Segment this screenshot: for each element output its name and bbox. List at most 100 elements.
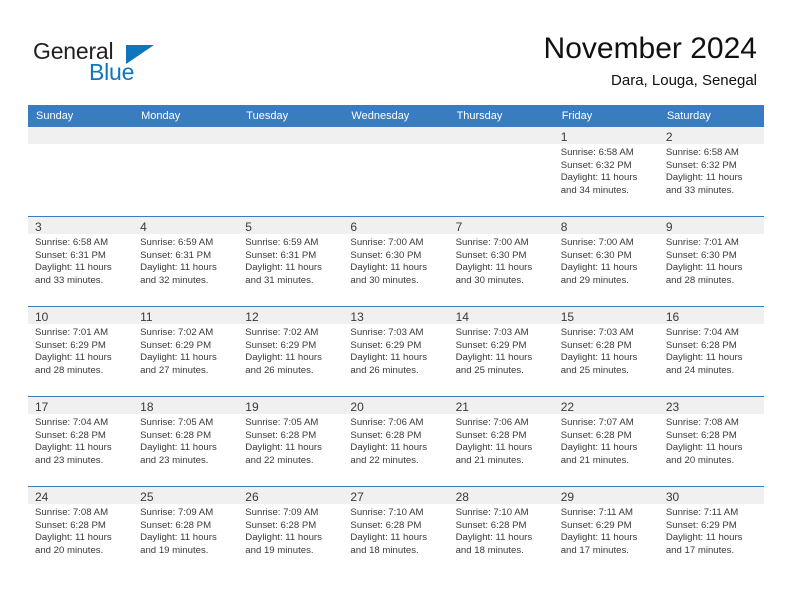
day-number: 6 — [350, 220, 358, 234]
daylight-text-line1: Daylight: 11 hours — [245, 532, 322, 544]
sunset-text: Sunset: 6:32 PM — [560, 159, 632, 171]
day-number-band: 25 — [133, 487, 239, 504]
sunset-text: Sunset: 6:28 PM — [350, 429, 422, 441]
sunset-text: Sunset: 6:28 PM — [665, 429, 737, 441]
calendar-day-cell[interactable]: 4 Sunrise: 6:59 AM Sunset: 6:31 PM Daylight… — [133, 216, 239, 307]
sunrise-text: Sunrise: 7:07 AM — [560, 417, 634, 428]
day-cell-body — [133, 144, 239, 215]
calendar-day-cell[interactable]: 8 Sunrise: 7:00 AM Sunset: 6:30 PM Daylight… — [553, 216, 659, 307]
calendar-day-cell[interactable]: 15 Sunrise: 7:03 AM Sunset: 6:28 PM Dayligh… — [553, 306, 659, 397]
sunrise-text: Sunrise: 7:05 AM — [140, 417, 214, 428]
calendar-day-cell[interactable]: 13 Sunrise: 7:03 AM Sunset: 6:29 PM Dayligh… — [343, 306, 449, 397]
sunset-text: Sunset: 6:31 PM — [140, 249, 212, 261]
daylight-text-line2: and 21 minutes. — [455, 454, 524, 466]
calendar-day-cell[interactable]: 16 Sunrise: 7:04 AM Sunset: 6:28 PM Dayligh… — [658, 306, 764, 397]
sunrise-text: Sunrise: 6:58 AM — [560, 147, 634, 158]
sunrise-text: Sunrise: 7:06 AM — [350, 417, 424, 428]
day-number-band: 21 — [448, 397, 554, 414]
calendar-day-cell[interactable]: 28 Sunrise: 7:10 AM Sunset: 6:28 PM Dayligh… — [448, 486, 554, 576]
sunset-text: Sunset: 6:28 PM — [140, 429, 212, 441]
calendar-day-cell[interactable]: 7 Sunrise: 7:00 AM Sunset: 6:30 PM Daylight… — [448, 216, 554, 307]
general-blue-logo[interactable]: General Blue — [33, 38, 193, 86]
calendar-day-cell[interactable]: 26 Sunrise: 7:09 AM Sunset: 6:28 PM Dayligh… — [238, 486, 344, 576]
calendar-day-cell[interactable]: 24 Sunrise: 7:08 AM Sunset: 6:28 PM Dayligh… — [28, 486, 134, 576]
day-number-band: 17 — [28, 397, 134, 414]
day-number-band — [238, 127, 344, 144]
calendar-day-cell[interactable]: 12 Sunrise: 7:02 AM Sunset: 6:29 PM Dayligh… — [238, 306, 344, 397]
day-number: 18 — [140, 400, 154, 414]
day-number: 15 — [560, 310, 575, 324]
calendar-day-cell[interactable]: 23 Sunrise: 7:08 AM Sunset: 6:28 PM Dayligh… — [658, 396, 764, 487]
daylight-text-line2: and 17 minutes. — [665, 544, 735, 556]
day-number: 10 — [35, 310, 49, 324]
calendar-day-cell[interactable]: 19 Sunrise: 7:05 AM Sunset: 6:28 PM Dayligh… — [238, 396, 344, 487]
calendar-day-cell[interactable]: 21 Sunrise: 7:06 AM Sunset: 6:28 PM Dayligh… — [448, 396, 554, 487]
day-cell-body: Sunrise: 7:10 AM Sunset: 6:28 PM Daylight:… — [448, 504, 554, 575]
sunset-text: Sunset: 6:31 PM — [245, 249, 317, 261]
day-cell-body: Sunrise: 7:03 AM Sunset: 6:29 PM Daylight:… — [343, 324, 449, 395]
sunset-text: Sunset: 6:30 PM — [560, 249, 632, 261]
daylight-text-line2: and 23 minutes. — [140, 454, 209, 466]
daylight-text-line1: Daylight: 11 hours — [560, 262, 638, 274]
day-cell-body — [238, 144, 344, 215]
calendar-day-cell[interactable]: 1 Sunrise: 6:58 AM Sunset: 6:32 PM Daylight… — [553, 127, 659, 217]
day-cell-body — [343, 144, 449, 215]
day-number: 27 — [350, 490, 364, 504]
sunrise-text: Sunrise: 6:59 AM — [140, 237, 214, 248]
day-cell-body: Sunrise: 7:01 AM Sunset: 6:30 PM Daylight:… — [658, 234, 764, 305]
weekday-header-friday: Friday — [553, 105, 659, 127]
calendar-day-cell[interactable]: 6 Sunrise: 7:00 AM Sunset: 6:30 PM Daylight… — [343, 216, 449, 307]
title-block: November 2024 Dara, Louga, Senegal — [544, 30, 757, 92]
daylight-text-line2: and 19 minutes. — [245, 544, 314, 556]
day-number-band — [28, 127, 134, 144]
calendar-day-cell[interactable]: 29 Sunrise: 7:11 AM Sunset: 6:29 PM Dayligh… — [553, 486, 659, 576]
daylight-text-line1: Daylight: 11 hours — [350, 352, 428, 364]
day-cell-body: Sunrise: 7:11 AM Sunset: 6:29 PM Daylight:… — [658, 504, 764, 575]
day-number-band: 22 — [553, 397, 659, 414]
calendar-day-cell[interactable]: 3 Sunrise: 6:58 AM Sunset: 6:31 PM Daylight… — [28, 216, 134, 307]
calendar-header-row: Sunday Monday Tuesday Wednesday Thursday… — [28, 105, 764, 127]
day-cell-body: Sunrise: 7:09 AM Sunset: 6:28 PM Daylight:… — [238, 504, 344, 575]
logo-text-blue: Blue — [89, 59, 135, 85]
day-cell-body: Sunrise: 6:59 AM Sunset: 6:31 PM Daylight:… — [133, 234, 239, 305]
day-number-band: 2 — [658, 127, 764, 144]
calendar-day-cell[interactable]: 10 Sunrise: 7:01 AM Sunset: 6:29 PM Dayligh… — [28, 306, 134, 397]
calendar-day-cell[interactable]: 30 Sunrise: 7:11 AM Sunset: 6:29 PM Dayligh… — [658, 486, 764, 576]
day-number-band — [133, 127, 239, 144]
calendar-day-cell[interactable]: 5 Sunrise: 6:59 AM Sunset: 6:31 PM Daylight… — [238, 216, 344, 307]
calendar-day-cell[interactable]: 2 Sunrise: 6:58 AM Sunset: 6:32 PM Daylight… — [658, 127, 764, 217]
calendar-day-cell[interactable]: 25 Sunrise: 7:09 AM Sunset: 6:28 PM Dayligh… — [133, 486, 239, 576]
page-header: General Blue November 2024 Dara, Louga, … — [0, 0, 792, 104]
calendar-day-cell-empty — [448, 127, 554, 217]
day-cell-body: Sunrise: 7:05 AM Sunset: 6:28 PM Daylight:… — [238, 414, 344, 485]
calendar-day-cell[interactable]: 9 Sunrise: 7:01 AM Sunset: 6:30 PM Daylight… — [658, 216, 764, 307]
sunrise-text: Sunrise: 7:01 AM — [35, 327, 109, 338]
day-cell-body: Sunrise: 7:06 AM Sunset: 6:28 PM Daylight:… — [343, 414, 449, 485]
calendar-day-cell[interactable]: 11 Sunrise: 7:02 AM Sunset: 6:29 PM Dayligh… — [133, 306, 239, 397]
weekday-header-tuesday: Tuesday — [238, 105, 344, 127]
calendar-day-cell[interactable]: 18 Sunrise: 7:05 AM Sunset: 6:28 PM Dayligh… — [133, 396, 239, 487]
calendar-day-cell[interactable]: 17 Sunrise: 7:04 AM Sunset: 6:28 PM Dayligh… — [28, 396, 134, 487]
day-number-band: 3 — [28, 217, 134, 234]
sunset-text: Sunset: 6:28 PM — [560, 339, 632, 351]
daylight-text-line1: Daylight: 11 hours — [455, 352, 533, 364]
sunrise-text: Sunrise: 7:02 AM — [245, 327, 319, 338]
sunrise-text: Sunrise: 6:58 AM — [665, 147, 739, 158]
sunrise-text: Sunrise: 7:02 AM — [140, 327, 214, 338]
day-number: 1 — [560, 130, 568, 144]
calendar-day-cell-empty — [238, 127, 344, 217]
calendar-day-cell[interactable]: 20 Sunrise: 7:06 AM Sunset: 6:28 PM Dayligh… — [343, 396, 449, 487]
calendar-day-cell[interactable]: 27 Sunrise: 7:10 AM Sunset: 6:28 PM Dayligh… — [343, 486, 449, 576]
sunrise-text: Sunrise: 7:09 AM — [245, 507, 319, 518]
daylight-text-line1: Daylight: 11 hours — [140, 262, 217, 274]
sunrise-text: Sunrise: 7:09 AM — [140, 507, 214, 518]
day-cell-body: Sunrise: 7:00 AM Sunset: 6:30 PM Daylight:… — [343, 234, 449, 305]
day-number-band: 1 — [553, 127, 659, 144]
calendar-day-cell[interactable]: 22 Sunrise: 7:07 AM Sunset: 6:28 PM Dayligh… — [553, 396, 659, 487]
calendar-day-cell[interactable]: 14 Sunrise: 7:03 AM Sunset: 6:29 PM Dayligh… — [448, 306, 554, 397]
day-cell-body: Sunrise: 7:00 AM Sunset: 6:30 PM Daylight:… — [448, 234, 554, 305]
sunrise-text: Sunrise: 7:01 AM — [665, 237, 739, 248]
daylight-text-line2: and 31 minutes. — [245, 274, 314, 286]
daylight-text-line2: and 29 minutes. — [560, 274, 629, 286]
daylight-text-line1: Daylight: 11 hours — [560, 442, 638, 454]
